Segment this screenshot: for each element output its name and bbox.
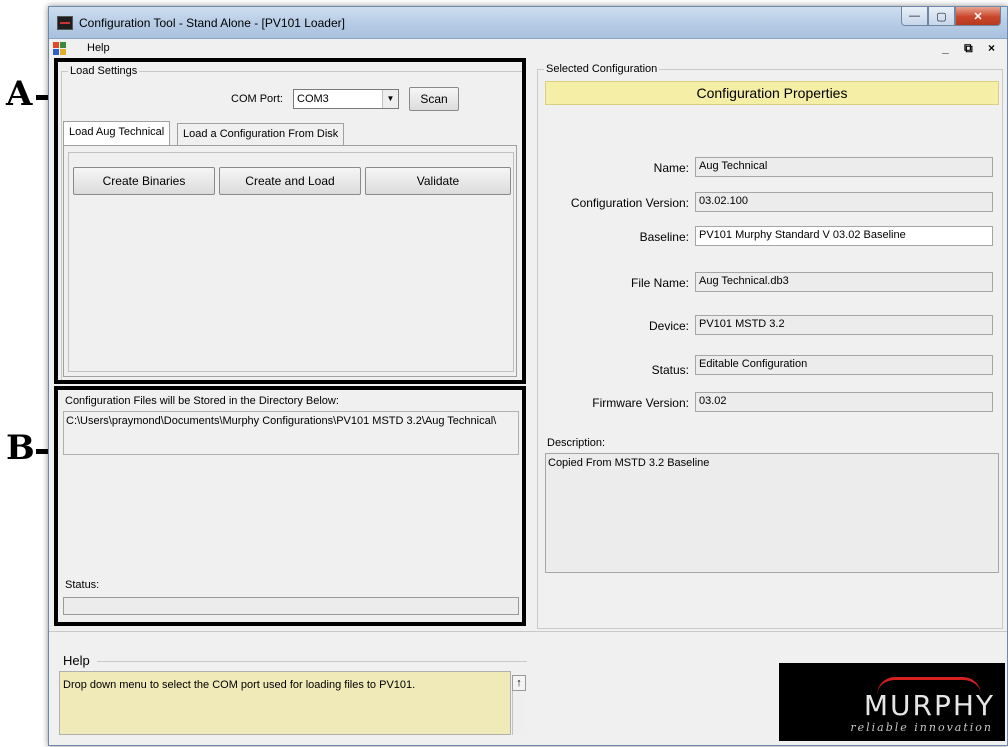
prop-config-version-label: Configuration Version: bbox=[570, 196, 689, 210]
prop-baseline-label: Baseline: bbox=[639, 230, 689, 244]
prop-name-field[interactable]: Aug Technical bbox=[695, 157, 993, 177]
title-bar: Configuration Tool - Stand Alone - [PV10… bbox=[49, 7, 1007, 39]
help-title-rule bbox=[97, 661, 527, 662]
bottom-divider bbox=[49, 631, 1007, 632]
help-text-box: Drop down menu to select the COM port us… bbox=[59, 671, 511, 735]
app-icon bbox=[57, 16, 73, 30]
window-title: Configuration Tool - Stand Alone - [PV10… bbox=[79, 16, 345, 30]
help-title: Help bbox=[63, 653, 90, 668]
prop-device-field[interactable]: PV101 MSTD 3.2 bbox=[695, 315, 993, 335]
description-text: Copied From MSTD 3.2 Baseline bbox=[548, 457, 710, 469]
window-controls: — ▢ ✕ bbox=[901, 7, 1001, 26]
selected-configuration-title: Selected Configuration bbox=[544, 63, 660, 75]
config-properties-header: Configuration Properties bbox=[545, 81, 999, 105]
highlight-box-b bbox=[54, 386, 526, 626]
prop-file-name-field[interactable]: Aug Technical.db3 bbox=[695, 272, 993, 292]
murphy-logo: MURPHY reliable innovation bbox=[779, 663, 1005, 741]
prop-status-field[interactable]: Editable Configuration bbox=[695, 355, 993, 375]
document-icon[interactable] bbox=[53, 42, 67, 55]
prop-device-label: Device: bbox=[648, 319, 689, 333]
highlight-box-a bbox=[54, 58, 526, 384]
help-scroll-up-icon[interactable]: ↑ bbox=[512, 675, 526, 691]
description-field[interactable]: Copied From MSTD 3.2 Baseline bbox=[545, 453, 999, 573]
menu-bar: Help _ ⧉ × bbox=[49, 39, 1007, 59]
prop-firmware-label: Firmware Version: bbox=[592, 396, 689, 410]
description-label: Description: bbox=[547, 437, 606, 449]
maximize-button[interactable]: ▢ bbox=[928, 7, 955, 26]
prop-file-name-label: File Name: bbox=[630, 276, 689, 290]
annotation-b: B bbox=[6, 428, 35, 468]
prop-status-label: Status: bbox=[651, 363, 689, 377]
help-scroll-track bbox=[512, 691, 526, 735]
help-text: Drop down menu to select the COM port us… bbox=[63, 679, 416, 691]
mdi-controls[interactable]: _ ⧉ × bbox=[942, 41, 1001, 56]
annotation-a: A bbox=[6, 74, 33, 114]
close-button[interactable]: ✕ bbox=[955, 7, 1001, 26]
prop-firmware-field[interactable]: 03.02 bbox=[695, 392, 993, 412]
menu-help[interactable]: Help bbox=[87, 42, 110, 54]
logo-tagline: reliable innovation bbox=[850, 721, 993, 734]
prop-baseline-field[interactable]: PV101 Murphy Standard V 03.02 Baseline bbox=[695, 226, 993, 246]
prop-name-label: Name: bbox=[653, 161, 689, 175]
minimize-button[interactable]: — bbox=[901, 7, 928, 26]
logo-brand: MURPHY bbox=[863, 689, 995, 722]
prop-config-version-field[interactable]: 03.02.100 bbox=[695, 192, 993, 212]
